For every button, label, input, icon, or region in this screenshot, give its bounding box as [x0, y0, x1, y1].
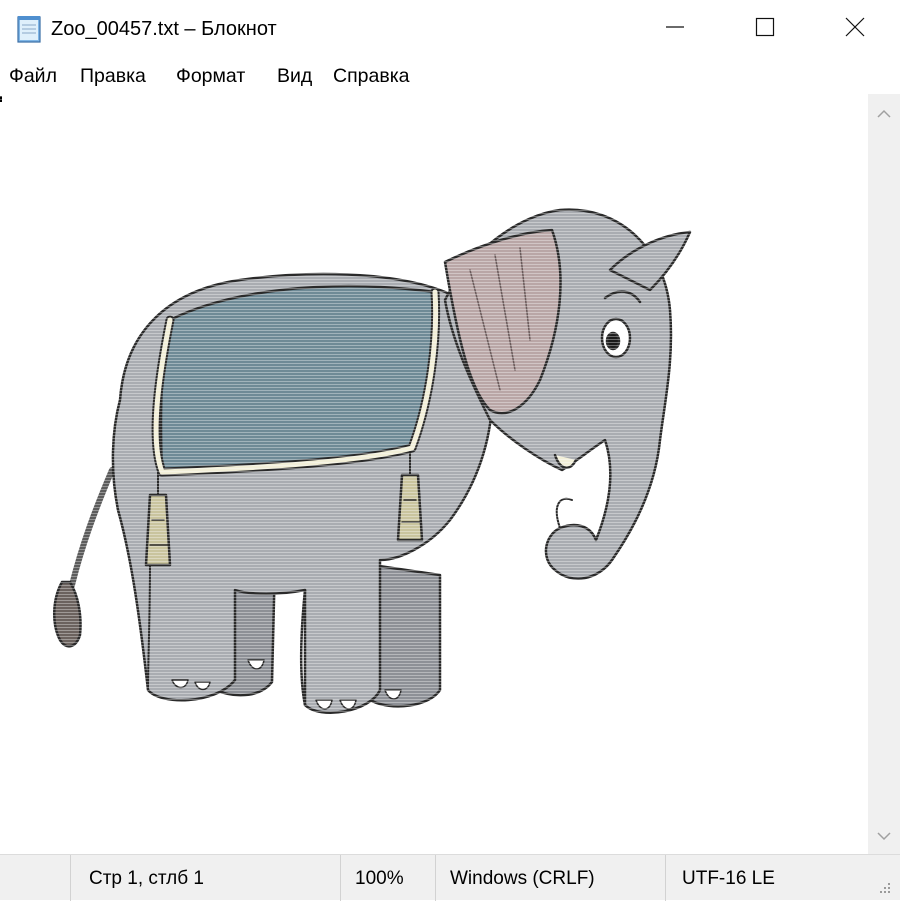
- window-title: Zoo_00457.txt – Блокнот: [51, 18, 277, 40]
- maximize-icon: [755, 17, 775, 41]
- status-empty-segment: [0, 855, 70, 901]
- vertical-scrollbar[interactable]: [868, 94, 900, 854]
- line-endings: Windows (CRLF): [450, 868, 595, 889]
- close-icon: [844, 16, 866, 42]
- elephant-illustration: [53, 208, 692, 714]
- status-bar: Стр 1, стлб 1 100% Windows (CRLF) UTF-16…: [0, 854, 900, 901]
- menu-file[interactable]: Файл: [9, 64, 57, 88]
- menu-bar: Файл Правка Формат Вид Справка: [0, 58, 900, 94]
- cursor-position: Стр 1, стлб 1: [89, 868, 204, 889]
- zoom-level: 100%: [355, 868, 404, 889]
- scroll-up-icon[interactable]: [876, 106, 892, 125]
- status-zoom-segment: 100%: [340, 855, 435, 901]
- title-bar[interactable]: Zoo_00457.txt – Блокнот: [0, 0, 900, 58]
- encoding: UTF-16 LE: [682, 868, 775, 889]
- minimize-icon: [665, 17, 685, 41]
- notepad-icon: [14, 14, 44, 44]
- menu-format[interactable]: Формат: [176, 64, 245, 88]
- menu-help[interactable]: Справка: [333, 64, 410, 88]
- close-button[interactable]: [810, 0, 900, 58]
- menu-view[interactable]: Вид: [277, 64, 312, 88]
- maximize-button[interactable]: [720, 0, 810, 58]
- scroll-down-icon[interactable]: [876, 828, 892, 847]
- status-position-segment: Стр 1, стлб 1: [70, 855, 340, 901]
- minimize-button[interactable]: [630, 0, 720, 58]
- status-line-endings-segment: Windows (CRLF): [435, 855, 665, 901]
- text-editor-area[interactable]: [0, 94, 868, 854]
- status-encoding-segment: UTF-16 LE: [665, 855, 900, 901]
- resize-grip-icon[interactable]: [878, 879, 892, 901]
- menu-edit[interactable]: Правка: [80, 64, 146, 88]
